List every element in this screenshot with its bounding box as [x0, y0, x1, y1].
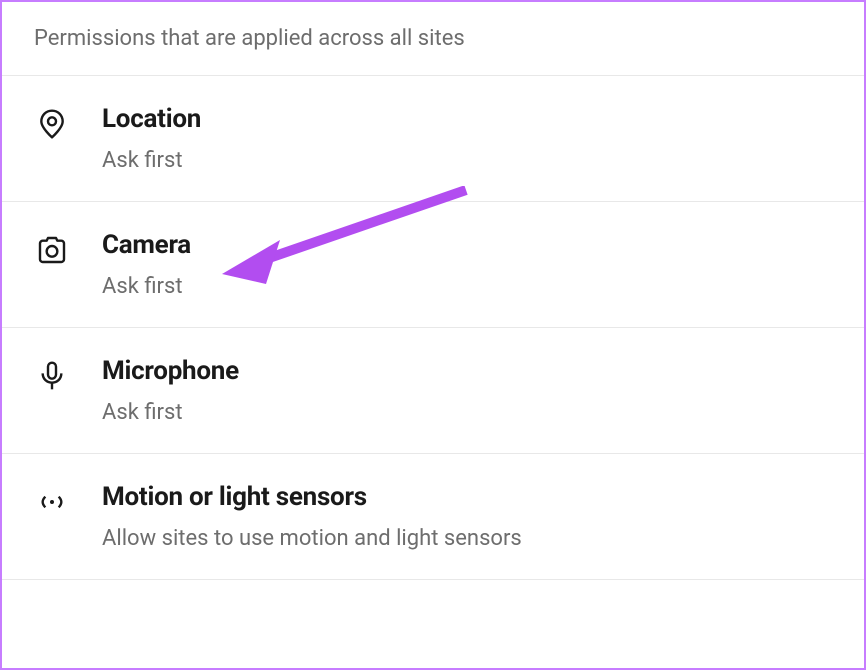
permission-subtitle: Ask first [102, 148, 201, 173]
permission-subtitle: Allow sites to use motion and light sens… [102, 526, 522, 551]
permission-content: Camera Ask first [102, 230, 191, 299]
permission-row-microphone[interactable]: Microphone Ask first [2, 328, 864, 454]
permissions-header: Permissions that are applied across all … [2, 2, 864, 76]
location-icon [34, 106, 70, 142]
camera-icon [34, 232, 70, 268]
permission-row-location[interactable]: Location Ask first [2, 76, 864, 202]
permission-subtitle: Ask first [102, 400, 239, 425]
permission-content: Microphone Ask first [102, 356, 239, 425]
permission-content: Motion or light sensors Allow sites to u… [102, 482, 522, 551]
motion-sensors-icon [34, 484, 70, 520]
permission-title: Motion or light sensors [102, 482, 522, 512]
permission-content: Location Ask first [102, 104, 201, 173]
permission-title: Camera [102, 230, 191, 260]
permission-title: Location [102, 104, 201, 134]
permission-row-motion-sensors[interactable]: Motion or light sensors Allow sites to u… [2, 454, 864, 580]
permission-row-camera[interactable]: Camera Ask first [2, 202, 864, 328]
permission-subtitle: Ask first [102, 274, 191, 299]
permissions-header-text: Permissions that are applied across all … [34, 26, 465, 51]
microphone-icon [34, 358, 70, 394]
permission-title: Microphone [102, 356, 239, 386]
